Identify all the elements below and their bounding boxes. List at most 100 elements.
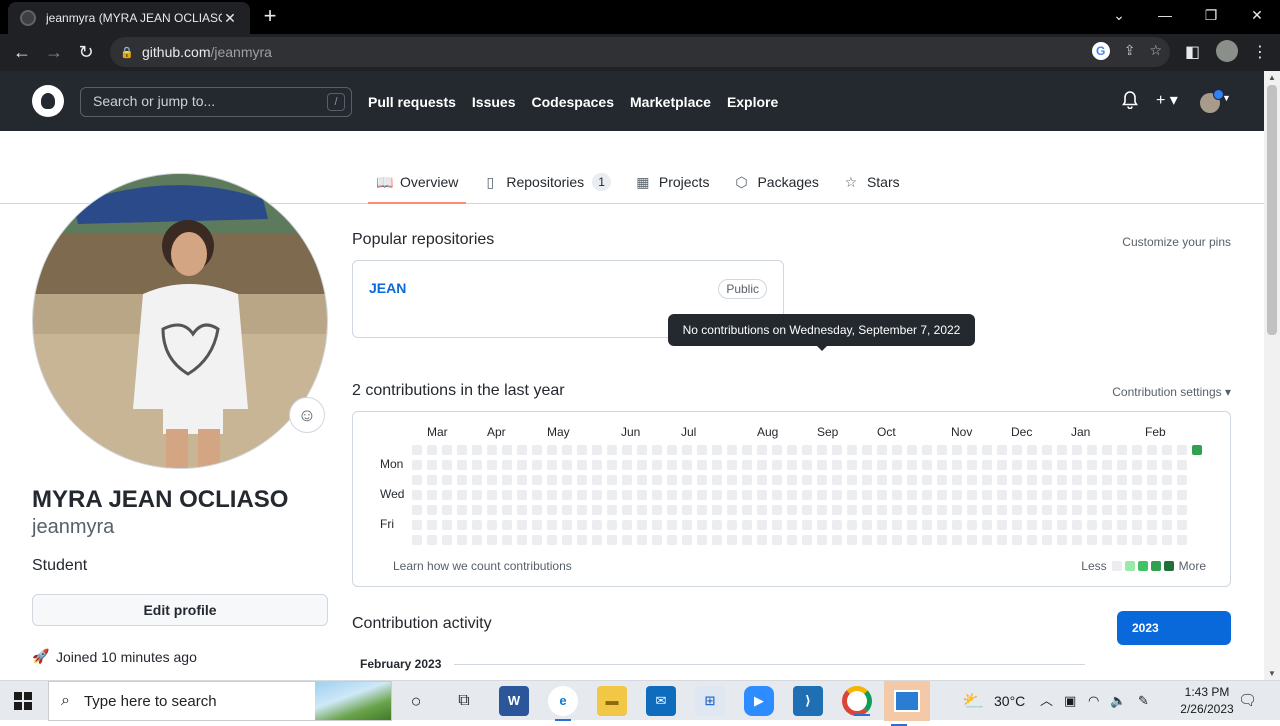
contribution-day-cell[interactable] (1057, 475, 1067, 485)
contribution-day-cell[interactable] (1027, 520, 1037, 530)
tab-packages[interactable]: ⬡ Packages (725, 161, 826, 203)
contribution-day-cell[interactable] (652, 535, 662, 545)
contribution-day-cell[interactable] (832, 445, 842, 455)
contribution-day-cell[interactable] (682, 535, 692, 545)
contribution-day-cell[interactable] (772, 475, 782, 485)
contribution-day-cell[interactable] (997, 505, 1007, 515)
contribution-day-cell[interactable] (1012, 460, 1022, 470)
contribution-day-cell[interactable] (457, 460, 467, 470)
contribution-day-cell[interactable] (412, 460, 422, 470)
contribution-day-cell[interactable] (577, 535, 587, 545)
contribution-day-cell[interactable] (1072, 475, 1082, 485)
contribution-day-cell[interactable] (652, 520, 662, 530)
contribution-day-cell[interactable] (832, 535, 842, 545)
contribution-day-cell[interactable] (517, 535, 527, 545)
contribution-day-cell[interactable] (1117, 505, 1127, 515)
contribution-day-cell[interactable] (922, 520, 932, 530)
contribution-day-cell[interactable] (577, 445, 587, 455)
weather-temperature[interactable]: 30°C (994, 681, 1025, 721)
side-panel-icon[interactable]: ◧ (1185, 42, 1200, 62)
contribution-day-cell[interactable] (622, 445, 632, 455)
contribution-day-cell[interactable] (1057, 445, 1067, 455)
contribution-day-cell[interactable] (1072, 505, 1082, 515)
contribution-day-cell[interactable] (442, 535, 452, 545)
contribution-day-cell[interactable] (592, 535, 602, 545)
contribution-day-cell[interactable] (1042, 520, 1052, 530)
contribution-day-cell[interactable] (847, 475, 857, 485)
task-view-icon[interactable]: ⧉ (449, 686, 479, 716)
contribution-day-cell[interactable] (787, 535, 797, 545)
contribution-day-cell[interactable] (772, 520, 782, 530)
contribution-day-cell[interactable] (997, 460, 1007, 470)
contribution-day-cell[interactable] (697, 445, 707, 455)
contribution-day-cell[interactable] (727, 520, 737, 530)
contribution-day-cell[interactable] (487, 445, 497, 455)
contribution-day-cell[interactable] (412, 475, 422, 485)
contribution-day-cell[interactable] (577, 490, 587, 500)
contribution-day-cell[interactable] (967, 460, 977, 470)
contribution-day-cell[interactable] (712, 490, 722, 500)
contribution-day-cell[interactable] (952, 445, 962, 455)
contribution-day-cell[interactable] (892, 445, 902, 455)
contribution-day-cell[interactable] (652, 490, 662, 500)
contribution-day-cell[interactable] (637, 475, 647, 485)
contribution-day-cell[interactable] (862, 460, 872, 470)
contribution-day-cell[interactable] (1042, 535, 1052, 545)
contribution-day-cell[interactable] (1102, 490, 1112, 500)
contribution-day-cell[interactable] (757, 505, 767, 515)
contribution-day-cell[interactable] (412, 490, 422, 500)
contribution-day-cell[interactable] (982, 445, 992, 455)
contribution-day-cell[interactable] (1072, 520, 1082, 530)
contribution-day-cell[interactable] (802, 475, 812, 485)
contribution-day-cell[interactable] (1117, 475, 1127, 485)
contribution-day-cell[interactable] (997, 535, 1007, 545)
scrollbar-thumb[interactable] (1267, 85, 1277, 335)
contribution-day-cell[interactable] (817, 505, 827, 515)
contribution-day-cell[interactable] (487, 505, 497, 515)
contribution-day-cell[interactable] (937, 460, 947, 470)
contribution-day-cell[interactable] (1102, 460, 1112, 470)
contribution-day-cell[interactable] (742, 460, 752, 470)
contribution-day-cell[interactable] (742, 445, 752, 455)
contribution-day-cell[interactable] (667, 505, 677, 515)
close-tab-icon[interactable]: ✕ (222, 10, 238, 27)
contribution-day-cell[interactable] (607, 490, 617, 500)
contribution-day-cell[interactable] (877, 505, 887, 515)
volume-icon[interactable]: 🔈 (1110, 681, 1126, 721)
create-new-icon[interactable]: + ▾ (1156, 90, 1178, 110)
contribution-day-cell[interactable] (637, 490, 647, 500)
contribution-day-cell[interactable] (637, 460, 647, 470)
contribution-day-cell[interactable] (802, 445, 812, 455)
contribution-day-cell[interactable] (1147, 460, 1157, 470)
contribution-day-cell[interactable] (652, 475, 662, 485)
contribution-day-cell[interactable] (652, 505, 662, 515)
contribution-day-cell[interactable] (712, 505, 722, 515)
contribution-day-cell[interactable] (667, 460, 677, 470)
forward-icon[interactable]: → (42, 40, 66, 64)
contribution-day-cell[interactable] (487, 460, 497, 470)
contribution-day-cell[interactable] (427, 490, 437, 500)
contribution-day-cell[interactable] (487, 535, 497, 545)
contribution-day-cell[interactable] (817, 490, 827, 500)
contribution-day-cell[interactable] (442, 445, 452, 455)
contribution-day-cell[interactable] (697, 520, 707, 530)
contribution-day-cell[interactable] (652, 445, 662, 455)
contribution-day-cell[interactable] (1162, 445, 1172, 455)
contribution-day-cell[interactable] (562, 520, 572, 530)
contribution-day-cell[interactable] (562, 505, 572, 515)
contribution-day-cell[interactable] (607, 535, 617, 545)
contribution-day-cell[interactable] (1177, 490, 1187, 500)
contribution-day-cell[interactable] (1132, 460, 1142, 470)
contribution-day-cell[interactable] (712, 460, 722, 470)
contribution-day-cell[interactable] (472, 460, 482, 470)
contribution-day-cell[interactable] (832, 505, 842, 515)
contribution-day-cell[interactable] (1162, 490, 1172, 500)
contribution-day-cell[interactable] (457, 445, 467, 455)
edit-profile-button[interactable]: Edit profile (32, 594, 328, 626)
contribution-day-cell[interactable] (907, 460, 917, 470)
contribution-day-cell[interactable] (742, 490, 752, 500)
contribution-day-cell[interactable] (547, 475, 557, 485)
contribution-day-cell[interactable] (832, 490, 842, 500)
taskbar-clock[interactable]: 1:43 PM 2/26/2023 (1172, 684, 1242, 718)
contribution-day-cell[interactable] (517, 520, 527, 530)
